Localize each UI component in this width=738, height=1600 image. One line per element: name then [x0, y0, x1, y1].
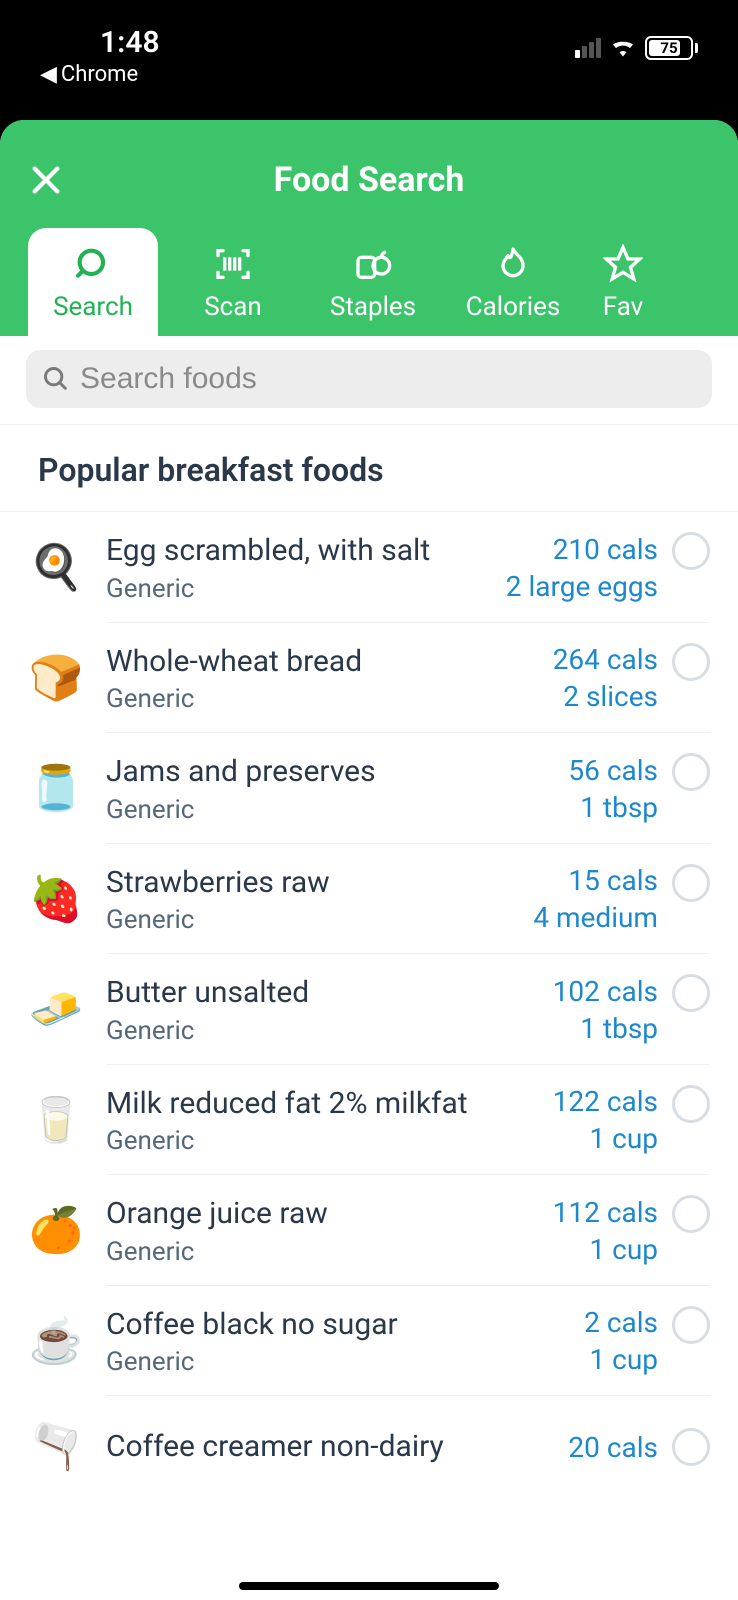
page-title: Food Search — [24, 160, 714, 200]
food-serving: 1 tbsp — [568, 791, 658, 824]
search-container — [0, 336, 738, 425]
food-list[interactable]: 🍳 Egg scrambled, with salt Generic 210 c… — [0, 512, 738, 1496]
home-indicator[interactable] — [239, 1582, 499, 1590]
search-icon — [73, 244, 113, 284]
food-name: Strawberries raw — [106, 864, 523, 902]
food-calories: 112 cals — [553, 1196, 658, 1229]
food-name: Jams and preserves — [106, 753, 558, 791]
food-source: Generic — [106, 1016, 543, 1046]
barcode-icon — [213, 244, 253, 284]
search-input[interactable] — [80, 362, 696, 396]
food-calories: 122 cals — [553, 1085, 658, 1118]
tab-favorites[interactable]: Fav — [588, 228, 658, 336]
food-serving: 1 cup — [584, 1343, 658, 1376]
food-icon: 🍞 — [24, 646, 88, 710]
select-radio[interactable] — [672, 643, 710, 681]
status-time: 1:48 — [40, 25, 160, 60]
tab-scan[interactable]: Scan — [168, 228, 298, 336]
search-box[interactable] — [26, 350, 712, 408]
tab-label: Fav — [603, 292, 644, 322]
search-icon — [42, 365, 70, 393]
food-icon: 🍓 — [24, 867, 88, 931]
tab-label: Search — [53, 292, 133, 322]
food-source: Generic — [106, 574, 496, 604]
tab-calories[interactable]: Calories — [448, 228, 578, 336]
food-source: Generic — [106, 1126, 543, 1156]
select-radio[interactable] — [672, 753, 710, 791]
food-source: Generic — [106, 1347, 574, 1377]
select-radio[interactable] — [672, 1428, 710, 1466]
status-bar: 1:48 ◀ Chrome 75 — [0, 0, 738, 90]
food-icon: 🫙 — [24, 756, 88, 820]
tab-label: Calories — [466, 292, 561, 322]
food-icon: ☕ — [24, 1309, 88, 1373]
food-serving: 1 cup — [553, 1233, 658, 1266]
food-item[interactable]: 🍊 Orange juice raw Generic 112 cals 1 cu… — [0, 1175, 738, 1286]
food-calories: 20 cals — [568, 1431, 658, 1464]
food-item[interactable]: 🥛 Milk reduced fat 2% milkfat Generic 12… — [0, 1065, 738, 1176]
food-icon: 🍳 — [24, 535, 88, 599]
food-name: Butter unsalted — [106, 974, 543, 1012]
tabs: Search Scan Staples — [0, 228, 738, 336]
select-radio[interactable] — [672, 864, 710, 902]
food-item[interactable]: 🧈 Butter unsalted Generic 102 cals 1 tbs… — [0, 954, 738, 1065]
food-item[interactable]: 🍳 Egg scrambled, with salt Generic 210 c… — [0, 512, 738, 623]
food-item[interactable]: 🫗 Coffee creamer non-dairy 20 cals — [0, 1396, 738, 1496]
food-icon: 🧈 — [24, 977, 88, 1041]
food-name: Coffee black no sugar — [106, 1306, 574, 1344]
food-source: Generic — [106, 684, 543, 714]
tab-search[interactable]: Search — [28, 228, 158, 336]
flame-icon — [493, 244, 533, 284]
food-serving: 1 tbsp — [553, 1012, 658, 1045]
cellular-signal-icon — [575, 38, 601, 58]
food-item[interactable]: 🫙 Jams and preserves Generic 56 cals 1 t… — [0, 733, 738, 844]
select-radio[interactable] — [672, 1085, 710, 1123]
food-name: Orange juice raw — [106, 1195, 543, 1233]
food-icon: 🥛 — [24, 1088, 88, 1152]
food-calories: 56 cals — [568, 754, 658, 787]
star-icon — [603, 244, 643, 284]
food-item[interactable]: 🍓 Strawberries raw Generic 15 cals 4 med… — [0, 844, 738, 955]
food-serving: 4 medium — [533, 901, 658, 934]
food-source: Generic — [106, 1237, 543, 1267]
food-serving: 1 cup — [553, 1122, 658, 1155]
status-back-to-app[interactable]: ◀ Chrome — [40, 62, 160, 87]
food-serving: 2 large eggs — [506, 570, 658, 603]
wifi-icon — [609, 35, 637, 61]
food-name: Coffee creamer non-dairy — [106, 1428, 558, 1466]
section-title: Popular breakfast foods — [0, 425, 738, 512]
status-back-label: Chrome — [61, 62, 138, 87]
tab-label: Staples — [330, 292, 416, 322]
food-calories: 210 cals — [506, 533, 658, 566]
battery-indicator: 75 — [645, 36, 698, 60]
tab-staples[interactable]: Staples — [308, 228, 438, 336]
food-name: Egg scrambled, with salt — [106, 532, 496, 570]
chevron-left-icon: ◀ — [40, 62, 57, 87]
food-item[interactable]: 🍞 Whole-wheat bread Generic 264 cals 2 s… — [0, 623, 738, 734]
food-name: Whole-wheat bread — [106, 643, 543, 681]
food-serving: 2 slices — [553, 680, 658, 713]
food-calories: 102 cals — [553, 975, 658, 1008]
select-radio[interactable] — [672, 1195, 710, 1233]
select-radio[interactable] — [672, 974, 710, 1012]
food-calories: 15 cals — [533, 864, 658, 897]
food-item[interactable]: ☕ Coffee black no sugar Generic 2 cals 1… — [0, 1286, 738, 1397]
groceries-icon — [353, 244, 393, 284]
select-radio[interactable] — [672, 532, 710, 570]
tab-label: Scan — [204, 292, 262, 322]
food-source: Generic — [106, 905, 523, 935]
food-source: Generic — [106, 795, 558, 825]
food-search-sheet: Food Search Search Scan — [0, 120, 738, 1600]
food-name: Milk reduced fat 2% milkfat — [106, 1085, 543, 1123]
food-icon: 🍊 — [24, 1198, 88, 1262]
food-icon: 🫗 — [24, 1414, 88, 1478]
food-calories: 2 cals — [584, 1306, 658, 1339]
header: Food Search Search Scan — [0, 120, 738, 336]
select-radio[interactable] — [672, 1306, 710, 1344]
food-calories: 264 cals — [553, 643, 658, 676]
